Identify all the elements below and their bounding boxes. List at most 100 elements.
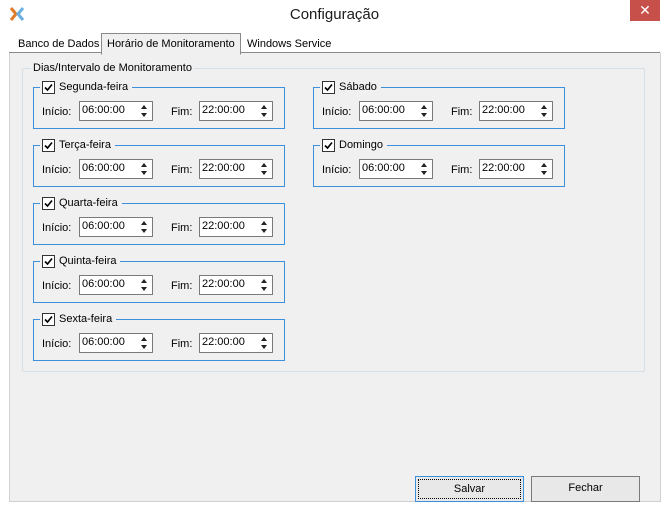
day-checkbox-0[interactable]: Segunda-feira [40, 80, 133, 94]
spin-up-icon[interactable] [141, 221, 147, 225]
checkbox-icon[interactable] [322, 138, 335, 152]
end-time-input[interactable]: 22:00:00 [199, 333, 273, 353]
spin-arrows[interactable] [259, 103, 271, 119]
spin-down-icon[interactable] [421, 113, 427, 117]
spin-arrows[interactable] [259, 161, 271, 177]
spin-up-icon[interactable] [141, 337, 147, 341]
end-time-input[interactable]: 22:00:00 [199, 275, 273, 295]
spin-down-icon[interactable] [541, 171, 547, 175]
day-box-1: Terça-feira Início: 06:00:00 Fim: 22:00:00 [33, 138, 285, 187]
day-name: Sábado [339, 81, 377, 93]
spin-down-icon[interactable] [261, 171, 267, 175]
spin-up-icon[interactable] [261, 337, 267, 341]
start-label: Início: [42, 280, 72, 292]
spin-arrows[interactable] [419, 103, 431, 119]
start-time-input[interactable]: 06:00:00 [359, 159, 433, 179]
day-box-3: Quinta-feira Início: 06:00:00 Fim: 22:00:00 [33, 254, 285, 303]
day-checkbox-6[interactable]: Domingo [320, 138, 388, 152]
start-label: Início: [322, 106, 352, 118]
tab-horario-de-monitoramento[interactable]: Horário de Monitoramento [101, 33, 241, 55]
end-label: Fim: [171, 280, 193, 292]
spin-up-icon[interactable] [261, 279, 267, 283]
day-checkbox-1[interactable]: Terça-feira [40, 138, 115, 152]
spin-arrows[interactable] [139, 277, 151, 293]
end-label: Fim: [171, 106, 193, 118]
save-button[interactable]: Salvar [415, 476, 524, 502]
spin-down-icon[interactable] [141, 229, 147, 233]
close-button[interactable]: Fechar [531, 476, 640, 502]
checkbox-icon[interactable] [42, 80, 55, 94]
checkbox-icon[interactable] [322, 80, 335, 94]
day-checkbox-2[interactable]: Quarta-feira [40, 196, 122, 210]
start-time-input[interactable]: 06:00:00 [79, 159, 153, 179]
day-box-5: Sábado Início: 06:00:00 Fim: 22:00:00 [313, 80, 565, 129]
end-time-input[interactable]: 22:00:00 [199, 217, 273, 237]
start-time-input[interactable]: 06:00:00 [79, 217, 153, 237]
spin-down-icon[interactable] [141, 287, 147, 291]
spin-arrows[interactable] [259, 219, 271, 235]
spin-down-icon[interactable] [141, 171, 147, 175]
spin-up-icon[interactable] [141, 163, 147, 167]
day-checkbox-5[interactable]: Sábado [320, 80, 381, 94]
checkbox-icon[interactable] [42, 138, 55, 152]
start-time-input[interactable]: 06:00:00 [79, 101, 153, 121]
checkbox-icon[interactable] [42, 254, 55, 268]
start-time-input[interactable]: 06:00:00 [79, 275, 153, 295]
end-label: Fim: [451, 164, 473, 176]
spin-down-icon[interactable] [261, 113, 267, 117]
spin-up-icon[interactable] [421, 105, 427, 109]
spin-down-icon[interactable] [261, 287, 267, 291]
day-name: Sexta-feira [59, 313, 113, 325]
checkbox-icon[interactable] [42, 196, 55, 210]
spin-up-icon[interactable] [261, 221, 267, 225]
day-name: Terça-feira [59, 139, 111, 151]
spin-arrows[interactable] [539, 103, 551, 119]
check-icon [44, 141, 53, 149]
check-icon [44, 257, 53, 265]
spin-up-icon[interactable] [261, 163, 267, 167]
spin-down-icon[interactable] [141, 345, 147, 349]
spin-arrows[interactable] [259, 277, 271, 293]
day-box-0: Segunda-feira Início: 06:00:00 Fim: 22:00:00 [33, 80, 285, 129]
spin-arrows[interactable] [139, 103, 151, 119]
check-icon [324, 141, 333, 149]
close-window-button[interactable]: ✕ [630, 0, 660, 21]
spin-up-icon[interactable] [141, 279, 147, 283]
spin-up-icon[interactable] [141, 105, 147, 109]
spin-arrows[interactable] [139, 161, 151, 177]
close-icon: ✕ [639, 2, 651, 18]
spin-up-icon[interactable] [421, 163, 427, 167]
spin-arrows[interactable] [539, 161, 551, 177]
spin-up-icon[interactable] [261, 105, 267, 109]
day-box-4: Sexta-feira Início: 06:00:00 Fim: 22:00:00 [33, 312, 285, 361]
start-label: Início: [322, 164, 352, 176]
spin-arrows[interactable] [419, 161, 431, 177]
start-time-input[interactable]: 06:00:00 [79, 333, 153, 353]
check-icon [44, 83, 53, 91]
tab-windows-service[interactable]: Windows Service [242, 36, 337, 52]
spin-down-icon[interactable] [421, 171, 427, 175]
spin-arrows[interactable] [139, 335, 151, 351]
spin-down-icon[interactable] [541, 113, 547, 117]
day-name: Quinta-feira [59, 255, 117, 267]
end-time-input[interactable]: 22:00:00 [199, 101, 273, 121]
start-label: Início: [42, 338, 72, 350]
spin-down-icon[interactable] [261, 229, 267, 233]
end-label: Fim: [171, 338, 193, 350]
day-checkbox-4[interactable]: Sexta-feira [40, 312, 117, 326]
end-time-input[interactable]: 22:00:00 [199, 159, 273, 179]
spin-up-icon[interactable] [541, 105, 547, 109]
spin-up-icon[interactable] [541, 163, 547, 167]
checkbox-icon[interactable] [42, 312, 55, 326]
spin-down-icon[interactable] [141, 113, 147, 117]
tab-banco-de-dados[interactable]: Banco de Dados [13, 36, 105, 52]
spin-arrows[interactable] [139, 219, 151, 235]
end-time-input[interactable]: 22:00:00 [479, 101, 553, 121]
window-title: Configuração [289, 6, 380, 23]
start-time-input[interactable]: 06:00:00 [359, 101, 433, 121]
day-checkbox-3[interactable]: Quinta-feira [40, 254, 121, 268]
end-time-input[interactable]: 22:00:00 [479, 159, 553, 179]
spin-arrows[interactable] [259, 335, 271, 351]
bottom-edge [0, 513, 669, 517]
spin-down-icon[interactable] [261, 345, 267, 349]
